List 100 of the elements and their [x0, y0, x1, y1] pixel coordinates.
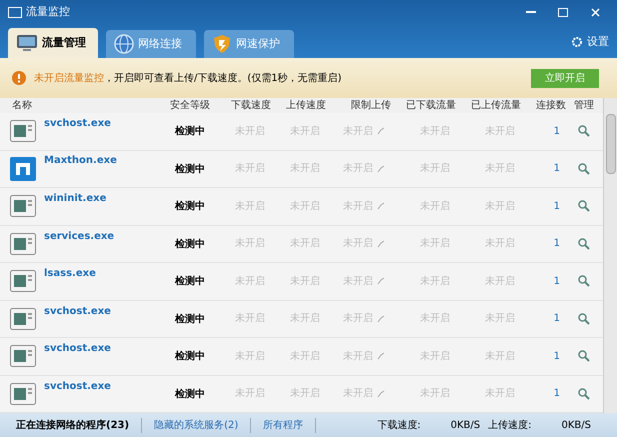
- column-header[interactable]: 下载速度: [215, 98, 275, 113]
- monitor-icon: [16, 34, 38, 52]
- table-cell-text: 未开启: [235, 162, 265, 176]
- table-cell-text: 未开启: [235, 236, 265, 252]
- process-name[interactable]: svchost.exe: [44, 304, 111, 319]
- chart-icon[interactable]: [377, 127, 385, 136]
- search-icon[interactable]: [578, 275, 590, 288]
- table-cell-text: 未开启: [290, 386, 320, 402]
- shield-icon: [212, 34, 232, 54]
- column-header[interactable]: 已上传流量: [460, 98, 525, 113]
- process-name[interactable]: Maxthon.exe: [44, 152, 117, 168]
- column-header[interactable]: 已下载流量: [395, 98, 460, 113]
- table-cell-text: 未开启: [235, 350, 265, 364]
- process-name[interactable]: svchost.exe: [44, 116, 111, 132]
- window-title: 流量监控: [26, 4, 70, 20]
- table-cell-text: 未开启: [235, 124, 265, 139]
- download-speed-value: 0KB/S: [450, 418, 480, 432]
- chart-icon[interactable]: [377, 202, 385, 210]
- column-header[interactable]: 名称: [0, 98, 165, 113]
- search-icon[interactable]: [578, 388, 590, 400]
- enable-button[interactable]: 立即开启: [531, 68, 599, 88]
- chart-icon[interactable]: [377, 240, 385, 248]
- filter-tab[interactable]: 正在连接网络的程序(23): [16, 418, 142, 432]
- table-cell-text: 未开启: [420, 162, 450, 176]
- table-cell-text: 1: [554, 124, 560, 139]
- table-cell-text: 未开启: [485, 274, 515, 289]
- download-speed-label: 下载速度:: [377, 418, 421, 432]
- chart-icon[interactable]: [377, 352, 385, 360]
- table-cell-text: 未开启: [235, 312, 265, 326]
- chart-icon[interactable]: [377, 314, 385, 323]
- window-icon: [10, 120, 36, 142]
- table-cell-text: 未开启: [290, 236, 320, 252]
- tab[interactable]: 网络连接: [106, 30, 196, 58]
- settings-icon: [571, 36, 583, 48]
- table-cell-text: 1: [554, 200, 560, 214]
- settings-button[interactable]: 设置: [571, 34, 609, 50]
- process-name[interactable]: services.exe: [44, 228, 114, 244]
- warning-message: 未开启流量监控，开启即可查看上传/下载速度。(仅需1秒，无需重启): [34, 72, 342, 86]
- search-icon[interactable]: [578, 312, 590, 325]
- chart-icon[interactable]: [377, 277, 385, 286]
- globe-icon: [114, 34, 134, 54]
- chart-icon[interactable]: [377, 164, 385, 173]
- table-cell-text: 1: [554, 237, 560, 252]
- table-cell-text: 未开启: [485, 200, 515, 214]
- scrollbar[interactable]: [603, 98, 617, 413]
- tab[interactable]: 网速保护: [204, 30, 294, 58]
- table-cell-text: 未开启: [235, 200, 265, 214]
- table-cell: 检测中: [175, 351, 205, 362]
- table-cell-text: 未开启: [343, 386, 373, 402]
- table-cell-text: 未开启: [420, 312, 450, 326]
- table-cell-text: 未开启: [343, 236, 373, 252]
- table-cell-text: 未开启: [343, 162, 373, 176]
- table-cell-text: 未开启: [290, 162, 320, 176]
- table-cell-text: 未开启: [485, 386, 515, 402]
- process-name[interactable]: svchost.exe: [44, 378, 111, 394]
- search-icon[interactable]: [578, 162, 590, 175]
- table-cell: 检测中: [175, 388, 205, 400]
- upload-speed-value: 0KB/S: [562, 418, 591, 432]
- table-cell-text: 未开启: [290, 200, 320, 214]
- table-cell-text: 未开启: [343, 200, 373, 214]
- table-cell-text: 未开启: [485, 162, 515, 176]
- table-cell: 检测中: [175, 314, 205, 324]
- search-icon[interactable]: [578, 200, 590, 212]
- column-header[interactable]: 上传速度: [275, 98, 330, 113]
- warning-icon: [12, 71, 26, 85]
- column-header[interactable]: 安全等级: [165, 98, 215, 113]
- table-cell-text: 未开启: [290, 124, 320, 139]
- table-cell-text: 未开启: [290, 350, 320, 364]
- table-cell-text: 未开启: [343, 124, 373, 139]
- search-icon[interactable]: [578, 125, 590, 138]
- table-cell-text: 未开启: [290, 274, 320, 289]
- window-icon: [10, 308, 36, 330]
- table-cell: 检测中: [175, 201, 205, 212]
- filter-tab[interactable]: 所有程序: [263, 418, 316, 432]
- column-header[interactable]: 连接数: [525, 98, 570, 113]
- tab[interactable]: 流量管理: [8, 28, 98, 58]
- column-header[interactable]: 限制上传: [330, 98, 395, 113]
- filter-tab[interactable]: 隐藏的系统服务(2): [154, 418, 252, 432]
- window-icon: [10, 382, 36, 405]
- process-name[interactable]: wininit.exe: [44, 191, 106, 206]
- upload-speed-label: 上传速度:: [488, 418, 532, 432]
- app-icon: [10, 156, 36, 181]
- search-icon[interactable]: [578, 350, 590, 362]
- table-cell-text: 未开启: [485, 312, 515, 326]
- table-cell-text: 1: [554, 274, 560, 289]
- window-icon: [10, 232, 36, 255]
- process-name[interactable]: lsass.exe: [44, 266, 96, 282]
- chart-icon[interactable]: [377, 390, 385, 398]
- window-icon: [8, 6, 22, 18]
- column-header[interactable]: 管理: [570, 98, 598, 113]
- table-cell-text: 未开启: [420, 386, 450, 402]
- table-cell-text: 1: [554, 162, 560, 176]
- table-cell-text: 未开启: [343, 274, 373, 289]
- table-cell-text: 1: [554, 387, 560, 402]
- table-cell: 检测中: [175, 164, 205, 174]
- process-name[interactable]: svchost.exe: [44, 341, 111, 356]
- search-icon[interactable]: [578, 238, 590, 250]
- table-cell-text: 未开启: [420, 274, 450, 289]
- minimize-icon: [526, 11, 536, 13]
- maximize-icon: [558, 8, 568, 16]
